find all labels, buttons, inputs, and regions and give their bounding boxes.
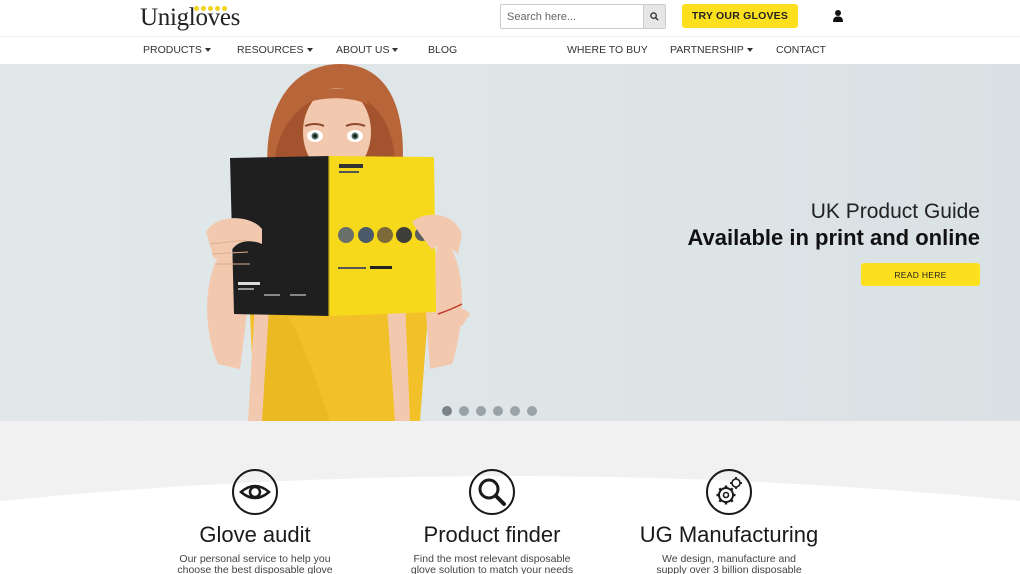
nav-where-to-buy-label: WHERE TO BUY xyxy=(567,44,648,56)
try-our-gloves-button[interactable]: TRY OUR GLOVES xyxy=(682,4,798,28)
nav-where-to-buy[interactable]: WHERE TO BUY xyxy=(567,37,648,65)
feature-desc-line2: supply over 3 billion disposable xyxy=(656,564,802,574)
search-input[interactable] xyxy=(501,5,645,28)
nav-resources-label: RESOURCES xyxy=(237,44,304,56)
carousel-dot-3[interactable] xyxy=(476,406,486,416)
nav-contact[interactable]: CONTACT xyxy=(776,37,826,65)
carousel-dot-4[interactable] xyxy=(493,406,503,416)
gears-icon xyxy=(706,469,752,515)
carousel-dot-1[interactable] xyxy=(442,406,452,416)
nav-contact-label: CONTACT xyxy=(776,44,826,56)
nav-partnership[interactable]: PARTNERSHIP xyxy=(670,37,753,65)
nav-blog-label: BLOG xyxy=(428,44,458,56)
feature-desc-line2: glove solution to match your needs xyxy=(410,564,574,574)
carousel-dots xyxy=(442,406,537,416)
user-icon[interactable] xyxy=(832,9,844,23)
chevron-down-icon xyxy=(392,48,399,52)
carousel-dot-6[interactable] xyxy=(527,406,537,416)
carousel-dot-5[interactable] xyxy=(510,406,520,416)
chevron-down-icon xyxy=(746,48,753,52)
features-section: Glove audit Our personal service to help… xyxy=(0,421,1020,574)
carousel-dot-2[interactable] xyxy=(459,406,469,416)
feature-title: Glove audit xyxy=(199,522,311,547)
search-icon xyxy=(650,12,659,21)
nav-about-us-label: ABOUT US xyxy=(336,44,390,56)
search-button[interactable] xyxy=(643,5,665,28)
nav-about-us[interactable]: ABOUT US xyxy=(336,37,399,65)
feature-ug-manufacturing[interactable]: UG Manufacturing We design, manufacture … xyxy=(609,421,849,574)
feature-product-finder[interactable]: Product finder Find the most relevant di… xyxy=(372,421,612,574)
nav-products-label: PRODUCTS xyxy=(143,44,202,56)
eye-icon xyxy=(232,469,278,515)
nav-partnership-label: PARTNERSHIP xyxy=(670,44,744,56)
feature-title: UG Manufacturing xyxy=(639,522,819,547)
chevron-down-icon xyxy=(204,48,211,52)
nav-resources[interactable]: RESOURCES xyxy=(237,37,313,65)
nav-products[interactable]: PRODUCTS xyxy=(143,37,211,65)
magnifier-icon xyxy=(469,469,515,515)
feature-glove-audit[interactable]: Glove audit Our personal service to help… xyxy=(135,421,375,574)
chevron-down-icon xyxy=(306,48,313,52)
main-nav: PRODUCTS RESOURCES ABOUT US BLOG WHERE T… xyxy=(0,36,1020,64)
nav-blog[interactable]: BLOG xyxy=(428,37,457,65)
hero-title-line1: UK Product Guide xyxy=(810,200,980,223)
hero-title-line2: Available in print and online xyxy=(687,225,980,250)
feature-desc-line2: choose the best disposable glove xyxy=(177,564,333,574)
logo-dots xyxy=(194,6,227,11)
hero-headline: UK Product Guide Available in print and … xyxy=(687,199,980,251)
feature-title: Product finder xyxy=(423,522,561,547)
top-bar: Unigloves TRY OUR GLOVES xyxy=(0,0,1020,36)
search-box xyxy=(500,4,666,29)
read-here-button[interactable]: READ HERE xyxy=(861,263,980,286)
hero-image-woman-with-guide xyxy=(206,64,470,421)
hero-banner[interactable]: UK Product Guide Available in print and … xyxy=(0,64,1020,421)
unigloves-logo[interactable]: Unigloves xyxy=(140,3,240,33)
